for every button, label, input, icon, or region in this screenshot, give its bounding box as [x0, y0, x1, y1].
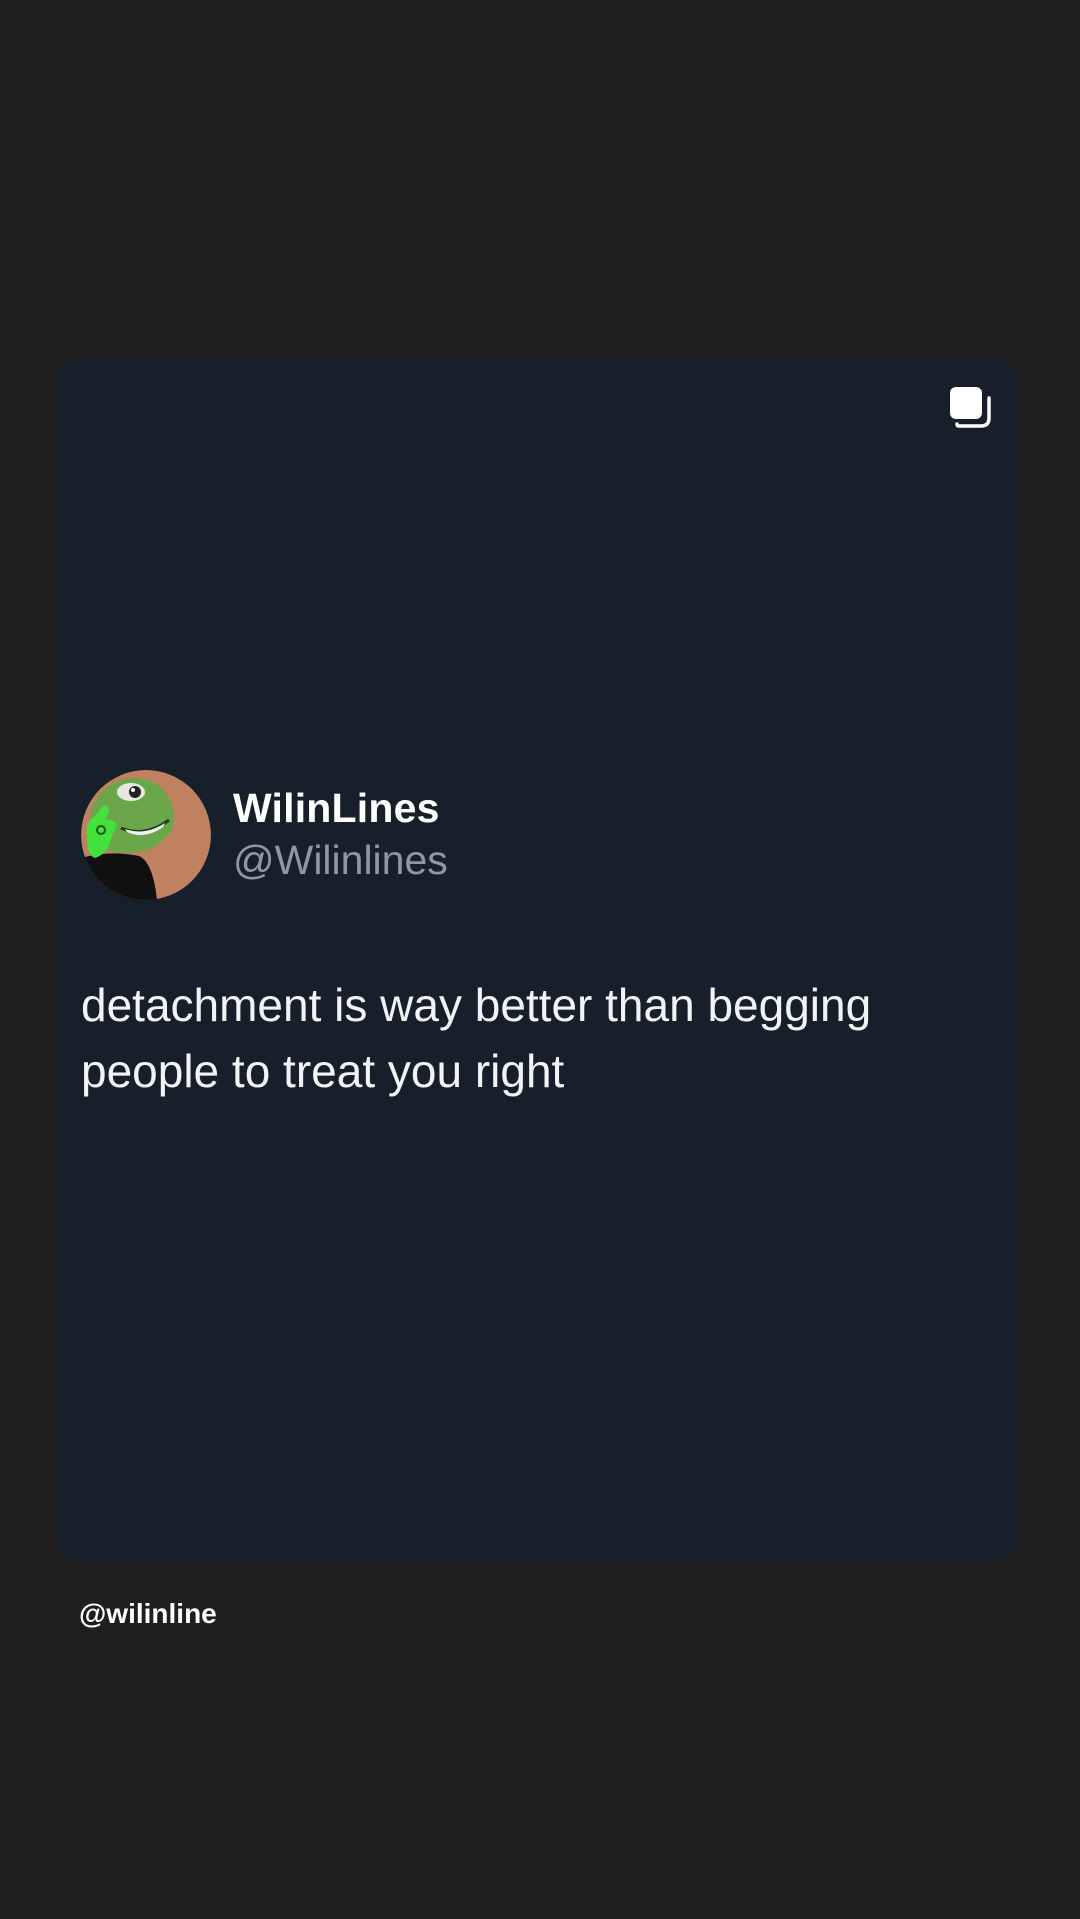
avatar[interactable] [81, 770, 211, 900]
handle[interactable]: @Wilinlines [233, 833, 448, 887]
screen: WilinLines @Wilinlines detachment is way… [0, 0, 1080, 1919]
account-tag[interactable]: @wilinline [79, 1594, 217, 1634]
author-names: WilinLines @Wilinlines [233, 783, 448, 887]
tweet-header: WilinLines @Wilinlines [81, 770, 981, 900]
display-name[interactable]: WilinLines [233, 783, 448, 833]
tweet-text: detachment is way better than begging pe… [81, 979, 872, 1097]
tweet: WilinLines @Wilinlines detachment is way… [81, 770, 981, 1104]
post-card[interactable]: WilinLines @Wilinlines detachment is way… [59, 358, 1019, 1561]
frog-avatar-icon [81, 770, 211, 900]
stacked-squares-icon[interactable] [949, 386, 991, 428]
